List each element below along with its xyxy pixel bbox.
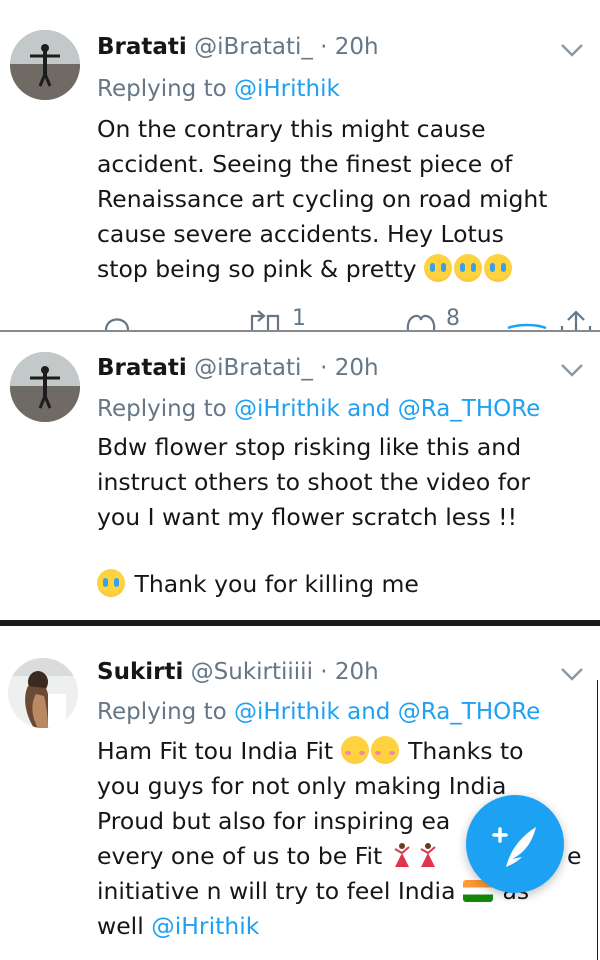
user-name[interactable]: Bratati [97,355,187,381]
tweet[interactable]: Bratati @iBratati_ · 20h Replying to @iH… [0,332,600,620]
tweet-line-text: every one of us to be Fit [97,842,383,870]
user-name[interactable]: Sukirti [97,659,183,685]
tweet-line-text: Thanks to [408,737,524,765]
dancer-emoji [416,841,440,869]
tweet-line-text: initiative n will try to feel India [97,877,456,905]
dancer-emoji [390,841,414,869]
tweet-line: well @iHrithik [97,909,587,944]
user-handle[interactable]: @Sukirtiiiii [191,659,313,685]
tweet-time: · 20h [320,34,379,60]
user-handle[interactable]: @iBratati_ [194,355,313,381]
tweet-line: accident. Seeing the finest piece of [97,150,513,178]
tweet-line: you I want my flower scratch less !! [97,503,518,531]
tweet-line: Thank you for killing me [97,567,587,602]
crying-face-emoji [424,254,453,282]
tweet-line-text: well [97,912,144,940]
replying-to-link[interactable]: @iHrithik [234,76,340,102]
tweet-time: · 20h [320,659,379,685]
tweet-time: · 20h [320,355,379,381]
tweet[interactable]: Sukirti @Sukirtiiiii · 20h Replying to @… [0,626,600,960]
avatar[interactable] [10,30,80,100]
compose-tweet-button[interactable] [466,795,564,893]
tweet-line: On the contrary this might cause [97,115,486,143]
chevron-down-icon[interactable] [558,664,586,684]
chevron-down-icon[interactable] [558,360,586,380]
replying-prefix: Replying to [97,76,227,102]
replying-to: Replying to @iHrithik and @Ra_THORe [97,395,540,423]
tweet-header: Sukirti @Sukirtiiiii · 20h [97,658,379,686]
like-icon[interactable] [404,310,438,330]
tweet-line: Ham Fit tou India Fit Thanks to [97,734,587,769]
replying-to-link[interactable]: @iHrithik and @Ra_THORe [234,699,540,725]
mention-link[interactable]: @iHrithik [151,912,259,940]
tweet-text: Bdw flower stop risking like this and in… [97,430,587,602]
tweet-actions: 1 8 [0,306,600,330]
user-handle[interactable]: @iBratati_ [194,34,313,60]
tweet-line-text: Thank you for killing me [134,570,419,598]
share-icon[interactable] [506,310,592,330]
tweet-line-text: Ham Fit tou India Fit [97,737,334,765]
replying-prefix: Replying to [97,699,227,725]
tweet-text: On the contrary this might cause acciden… [97,112,587,287]
replying-prefix: Replying to [97,396,227,422]
tweet[interactable]: Bratati @iBratati_ · 20h Replying to @iH… [0,0,600,330]
like-count: 8 [446,306,460,330]
tweet-header: Bratati @iBratati_ · 20h [97,354,379,382]
replying-to-link[interactable]: @iHrithik and @Ra_THORe [234,396,540,422]
chevron-down-icon[interactable] [558,40,586,60]
tweet-line: instruct others to shoot the video for [97,468,531,496]
avatar[interactable] [10,352,80,422]
right-edge-line [597,680,598,960]
retweet-icon[interactable] [248,310,284,330]
smiling-face-emoji [370,736,399,764]
replying-to: Replying to @iHrithik and @Ra_THORe [97,698,540,726]
tweet-line: Bdw flower stop risking like this and [97,433,522,461]
avatar[interactable] [8,658,78,728]
user-name[interactable]: Bratati [97,34,187,60]
tweet-line: stop being so pink & pretty [97,252,587,287]
crying-face-emoji [97,569,125,597]
tweet-header: Bratati @iBratati_ · 20h [97,33,379,61]
compose-tweet-icon [492,827,536,867]
tweet-line: Renaissance art cycling on road might [97,185,548,213]
tweet-line-text: stop being so pink & pretty [97,255,417,283]
crying-face-emoji [484,254,513,282]
crying-face-emoji [454,254,483,282]
smiling-face-emoji [340,736,369,764]
reply-icon[interactable] [100,310,134,330]
retweet-count: 1 [292,306,306,330]
tweet-line: cause severe accidents. Hey Lotus [97,220,504,248]
replying-to: Replying to @iHrithik [97,75,340,103]
tweet-line-text: e [567,842,582,870]
